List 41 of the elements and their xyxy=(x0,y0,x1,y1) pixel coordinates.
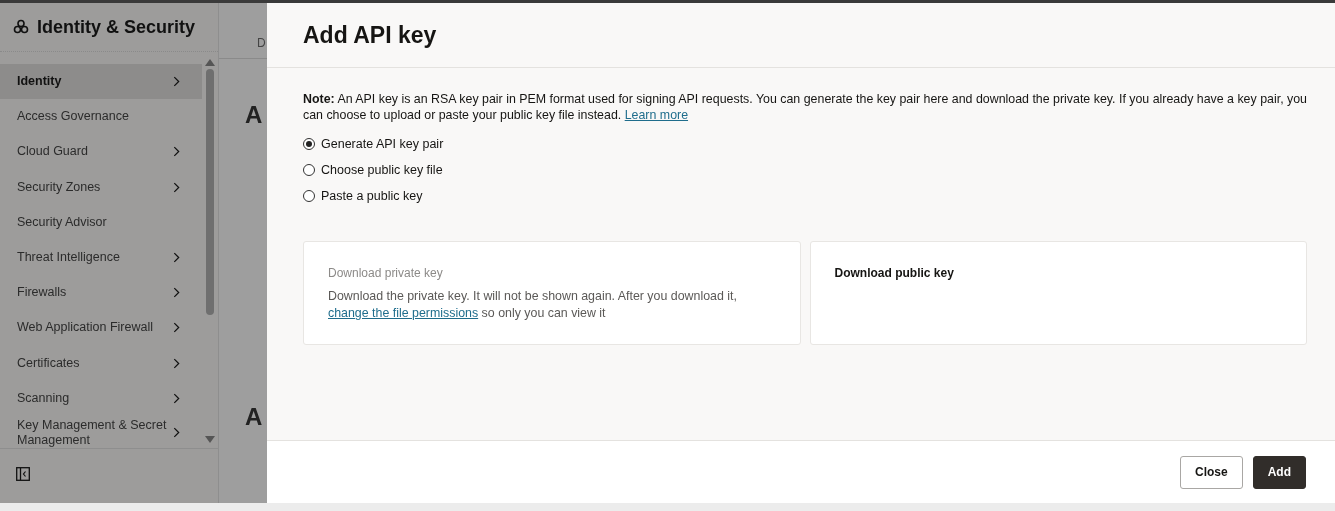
chevron-right-icon xyxy=(173,146,180,158)
nav-item[interactable]: Threat Intelligence xyxy=(0,239,202,276)
card-title: Download public key xyxy=(834,266,955,280)
nav-item[interactable]: Certificates xyxy=(0,345,202,381)
nav-item[interactable]: Scanning xyxy=(0,380,202,416)
radio-option[interactable]: Paste a public key xyxy=(303,187,1307,205)
chevron-right-icon xyxy=(173,181,180,193)
nav-item[interactable]: Cloud Guard xyxy=(0,134,202,170)
card-title: Download private key xyxy=(328,266,444,280)
chevron-right-icon xyxy=(173,392,180,404)
radio-button[interactable] xyxy=(303,190,315,202)
card-text: Download the private key. It will not be shown again. After you download it, change the file permissions so only you can view it xyxy=(328,288,738,322)
nav-item[interactable]: Security Advisor xyxy=(0,204,202,240)
chevron-right-icon xyxy=(173,427,180,439)
nav-item[interactable]: Firewalls xyxy=(0,275,202,311)
radio-button[interactable] xyxy=(303,164,315,176)
dialog-title: Add API key xyxy=(303,21,437,49)
radio-option[interactable]: Generate API key pair xyxy=(303,135,1307,153)
collapse-panel-icon[interactable] xyxy=(16,467,30,481)
scroll-down-icon[interactable] xyxy=(205,436,215,444)
nav-item[interactable]: Identity xyxy=(0,64,202,100)
chevron-right-icon xyxy=(173,287,180,299)
page-heading: A xyxy=(245,101,263,129)
chevron-right-icon xyxy=(173,76,180,88)
learn-more-link[interactable]: Learn more xyxy=(624,107,689,122)
page-heading: A xyxy=(245,403,263,431)
radio-button[interactable] xyxy=(303,138,315,150)
nav-item[interactable]: Key Management & Secret Management xyxy=(0,415,202,450)
note-text: Note: An API key is an RSA key pair in PEM format used for signing API requests. You can generate the key pair here and download the private key. If you already have a key pair, you can choose to upload or paste your public key file instead. Learn more xyxy=(303,92,1307,123)
radio-option[interactable]: Choose public key file xyxy=(303,161,1307,179)
chevron-right-icon xyxy=(173,357,180,369)
chevron-right-icon xyxy=(173,322,180,334)
nav-item[interactable]: Security Zones xyxy=(0,169,202,205)
scroll-up-icon[interactable] xyxy=(205,58,215,66)
cluster-icon xyxy=(13,19,29,35)
add-button[interactable]: Add xyxy=(1252,455,1306,489)
nav-item[interactable]: Access Governance xyxy=(0,99,202,135)
close-button[interactable]: Close xyxy=(1180,455,1243,489)
nav-item[interactable]: Web Application Firewall xyxy=(0,310,202,346)
sidebar-title: Identity & Security xyxy=(37,16,196,38)
chevron-right-icon xyxy=(173,252,180,264)
